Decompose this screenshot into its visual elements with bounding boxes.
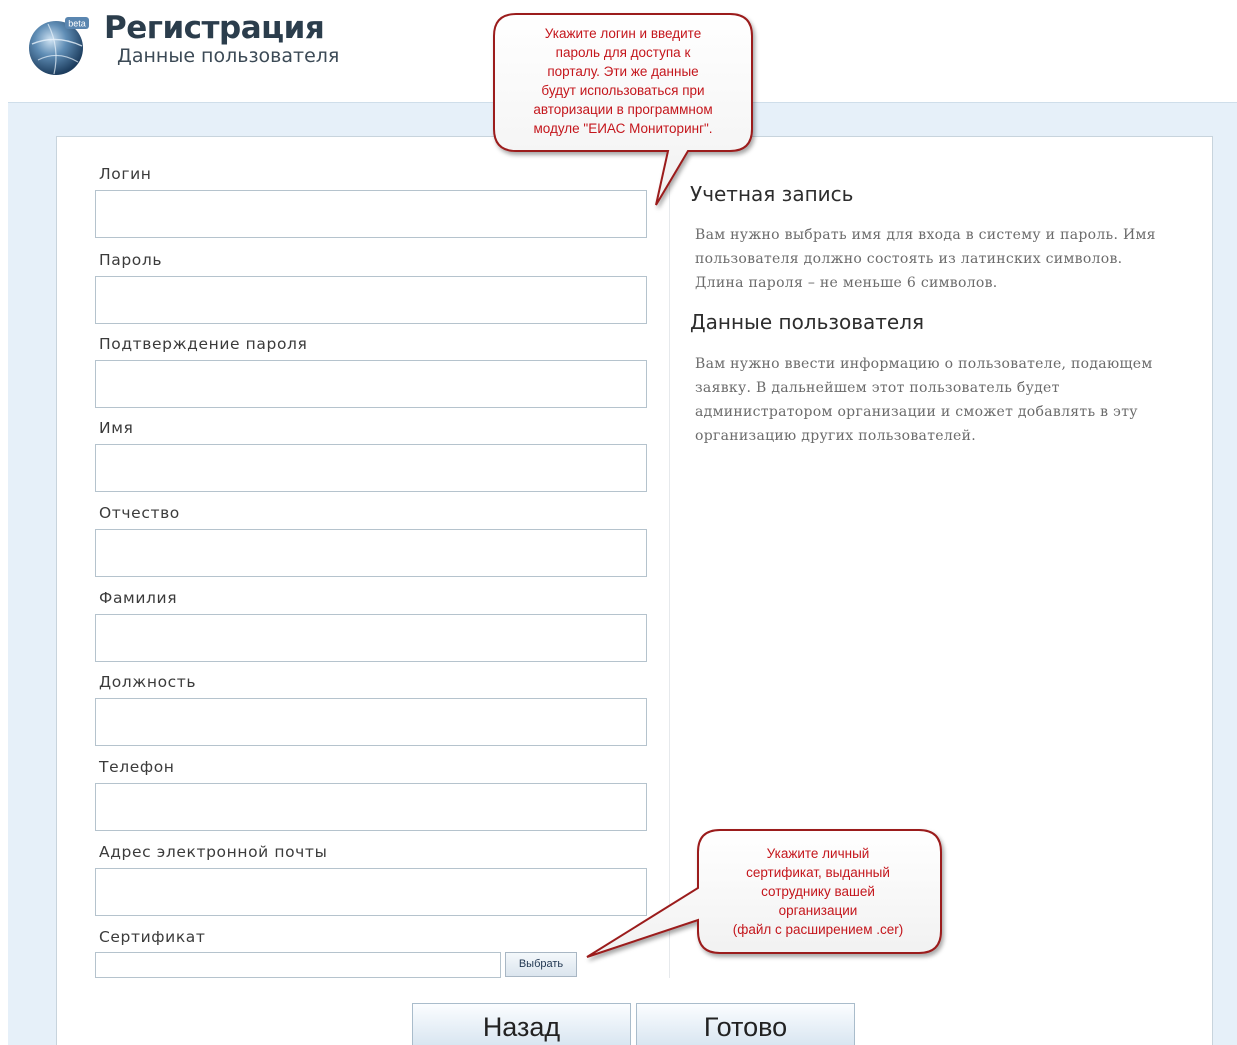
cert-hint-text: Укажите личный сертификат, выданный сотр… (732, 846, 904, 937)
login-hint-text: Укажите логин и введите пароль для досту… (533, 26, 713, 136)
callout-bubbles (493, 13, 942, 958)
